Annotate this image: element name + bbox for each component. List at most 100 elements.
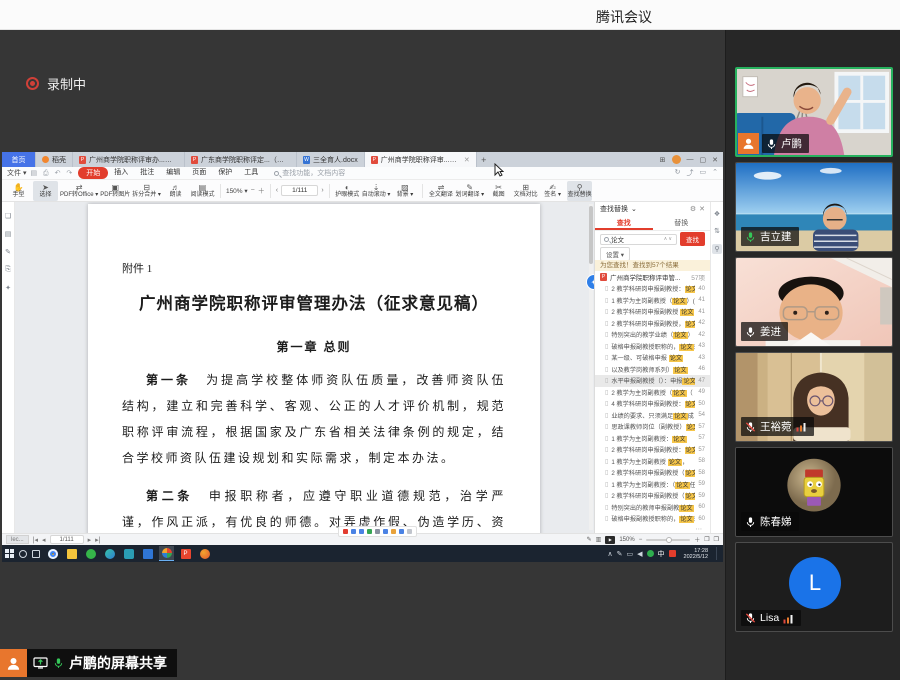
- zoom-in-icon[interactable]: ＋: [694, 535, 700, 544]
- quickbar-icon-3[interactable]: [367, 529, 372, 534]
- zoom-value[interactable]: 150% ▾: [226, 187, 248, 195]
- toolbar-button-PDF转图片[interactable]: ▣ PDF转图片: [100, 181, 130, 201]
- panel-settings-icon[interactable]: ⚙: [690, 205, 696, 213]
- tray-display-icon[interactable]: ▭: [627, 550, 634, 558]
- prev-next-match-icons[interactable]: ∧∨: [664, 236, 673, 242]
- find-result-item[interactable]: ▯破格申报副教授职称的，论文须43: [595, 341, 710, 353]
- page-indicator[interactable]: 1/111: [281, 185, 319, 196]
- participant-tile-chenchundi[interactable]: 陈春娣: [735, 447, 893, 537]
- taskbar-search-icon[interactable]: [19, 549, 27, 558]
- document-tab[interactable]: 稻壳: [36, 152, 73, 167]
- find-result-item[interactable]: ▯ 2 教学科研岗申报副教授：论文 57: [595, 444, 710, 456]
- toolbar-button-手型[interactable]: ✋ 手型: [6, 181, 31, 201]
- last-page-icon[interactable]: ▸|: [95, 536, 100, 544]
- quickbar-icon-1[interactable]: [351, 529, 356, 534]
- chevron-down-icon[interactable]: ⌄: [631, 205, 637, 213]
- zoom-out-icon[interactable]: −: [251, 187, 255, 194]
- toolbar-button-朗读[interactable]: ♬ 朗读: [163, 181, 188, 201]
- find-result-item[interactable]: ▯ 2 教学科研岗申报副教授（论文 59: [595, 490, 710, 502]
- taskbar-app-chrome[interactable]: [45, 546, 60, 561]
- toolbar-button-阅读模式[interactable]: ▤ 阅读模式: [190, 181, 215, 201]
- menu-tab-编辑[interactable]: 编辑: [160, 167, 186, 179]
- page-indicator[interactable]: 1/111: [49, 535, 84, 544]
- menu-tab-批注[interactable]: 批注: [134, 167, 160, 179]
- close-tab-icon[interactable]: ✕: [464, 156, 470, 164]
- toolbar-button-拆分合并[interactable]: ⊟ 拆分合并 ▾: [132, 181, 161, 201]
- find-result-item[interactable]: ▯1 教学为主岗副教授（论文）(1)41: [595, 295, 710, 307]
- find-result-item[interactable]: ▯ 2 教学科研岗申报副教授，论文 42: [595, 318, 710, 330]
- quickbar-icon-7[interactable]: [399, 529, 404, 534]
- find-result-item[interactable]: ▯思政课教师岗位（副教授）论文257: [595, 421, 710, 433]
- next-page-icon[interactable]: ▸: [88, 536, 92, 544]
- toolbar-button-自动滚动[interactable]: ⇣ 自动滚动 ▾: [362, 181, 391, 201]
- quickbar-icon-6[interactable]: [391, 529, 396, 534]
- toolbar-button-全文翻译[interactable]: ⇌ 全文翻译: [428, 181, 453, 201]
- toolbar-button-PDF转Office[interactable]: ⇄ PDF转Office ▾: [60, 181, 98, 201]
- find-result-item[interactable]: ▯ 2 教学科研岗申报副教授：论文 40: [595, 283, 710, 295]
- toolbar-button-签名[interactable]: ✍ 签名 ▾: [540, 181, 565, 201]
- toolbar-button-文档对比[interactable]: ⊞ 文档对比: [513, 181, 538, 201]
- toolbar-button-划词翻译[interactable]: ✎ 划词翻译 ▾: [455, 181, 484, 201]
- next-page-icon[interactable]: ›: [321, 187, 323, 194]
- wps-assistant-button[interactable]: ✦: [586, 274, 594, 290]
- quickbar-icon-5[interactable]: [383, 529, 388, 534]
- menu-tab-插入[interactable]: 插入: [108, 167, 134, 179]
- task-view-icon[interactable]: [32, 549, 40, 558]
- find-button[interactable]: 查找: [680, 232, 705, 246]
- quickbar-icon-2[interactable]: [359, 529, 364, 534]
- zoom-in-icon[interactable]: ＋: [258, 186, 265, 196]
- toolbar-button-选择[interactable]: ➤ 选择: [33, 180, 58, 201]
- prev-page-icon[interactable]: ‹: [276, 187, 278, 194]
- tray-wecom-icon[interactable]: [668, 550, 676, 557]
- page-navigation[interactable]: ‹ 1/111 ›: [276, 185, 324, 196]
- find-result-item[interactable]: ▯ 水平申报副教授（）：申报论文 47: [595, 375, 710, 387]
- taskbar-app-firefox[interactable]: [197, 546, 212, 561]
- maximize-button[interactable]: ▢: [700, 156, 707, 164]
- toolbar-button-护眼模式[interactable]: ◐ 护眼模式: [335, 181, 360, 201]
- quickbar-icon-8[interactable]: [407, 529, 412, 534]
- menu-tab-工具[interactable]: 工具: [238, 167, 264, 179]
- play-mode-button[interactable]: ▶: [605, 535, 616, 544]
- status-minitab[interactable]: lec...: [6, 535, 29, 544]
- taskbar-app-app-teal[interactable]: [121, 546, 136, 561]
- participant-tile-jilijian[interactable]: 吉立建: [735, 162, 893, 252]
- find-result-item[interactable]: ▯ 1 教学为主岗副教授 论文， 58: [595, 456, 710, 468]
- tray-volume-icon[interactable]: ◀: [637, 550, 642, 558]
- find-result-item[interactable]: ▯破格申报副教授职称的，论文须60: [595, 513, 710, 525]
- search-icon[interactable]: ⚲: [712, 244, 722, 254]
- find-result-item[interactable]: ▯ 以及教学岗教师系列）论文 46: [595, 364, 710, 376]
- start-button[interactable]: [5, 549, 14, 558]
- participant-tile-lupeng[interactable]: 卢鹏: [735, 67, 893, 157]
- participant-tile-wangyuwan[interactable]: 王裕菀: [735, 352, 893, 442]
- zoom-control[interactable]: 150% ▾ − ＋: [226, 186, 265, 196]
- minimize-button[interactable]: —: [687, 156, 694, 163]
- tab-find[interactable]: 查找: [595, 216, 653, 230]
- page-layout-icon[interactable]: ▥: [596, 536, 602, 543]
- quickbar-icon-0[interactable]: [343, 529, 348, 534]
- fullscreen-icon[interactable]: ❐: [714, 536, 719, 543]
- first-page-icon[interactable]: |◂: [33, 536, 38, 544]
- tray-expand-icon[interactable]: ∧: [608, 550, 613, 558]
- quick-access-icons[interactable]: ▤ ⎙ ↶ ↷: [30, 169, 74, 178]
- annotation-icon[interactable]: ✎: [5, 248, 11, 256]
- find-file-group[interactable]: P 广州商学院职称评审管... 57项: [595, 271, 710, 283]
- taskbar-app-file-explorer[interactable]: [64, 546, 79, 561]
- account-avatar[interactable]: [671, 155, 681, 164]
- zoom-out-icon[interactable]: −: [639, 537, 643, 543]
- file-menu[interactable]: 文件 ▾: [7, 168, 26, 178]
- prev-page-icon[interactable]: ◂: [42, 536, 46, 544]
- new-tab-button[interactable]: +: [477, 152, 491, 167]
- pen-tool-icon[interactable]: ✎: [587, 536, 592, 543]
- document-tab[interactable]: W 三全育人.docx: [297, 152, 365, 167]
- thumbnail-icon[interactable]: ▤: [5, 230, 12, 238]
- stamp-icon[interactable]: ✦: [5, 284, 11, 292]
- find-result-item[interactable]: ▯ 特别突出的教学业绩（论文） 42: [595, 329, 710, 341]
- toolbar-button-查找替换[interactable]: ⚲ 查找替换: [567, 180, 593, 201]
- tab-replace[interactable]: 替换: [653, 216, 711, 230]
- participant-tile-lisa[interactable]: L Lisa: [735, 542, 893, 632]
- find-result-item[interactable]: ▯ 4 教学科研岗申报副教授：论文 50: [595, 398, 710, 410]
- layout-icon[interactable]: ⊞: [660, 156, 666, 164]
- notification-center-edge[interactable]: [716, 547, 720, 560]
- find-result-item[interactable]: ▯ 2 教学科研岗申报副教授（论文 58: [595, 467, 710, 479]
- find-result-item[interactable]: ▯ 特别突出的教师申报副教论文 60: [595, 502, 710, 514]
